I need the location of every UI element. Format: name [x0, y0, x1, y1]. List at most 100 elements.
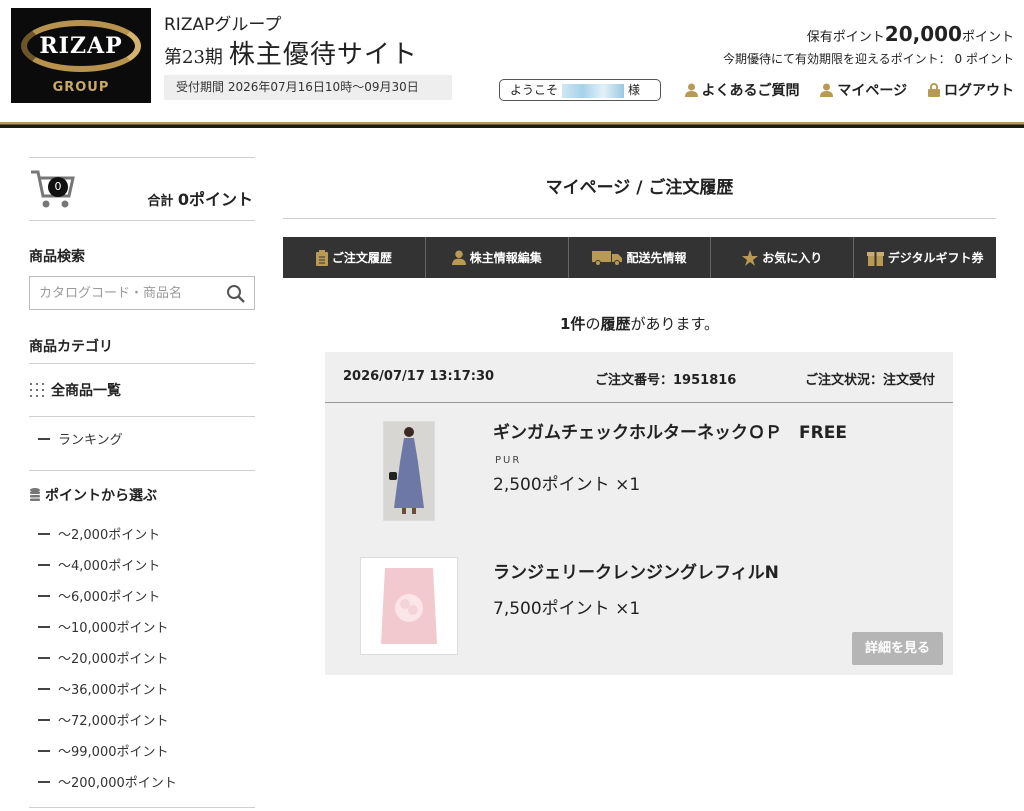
item-name[interactable]: ギンガムチェックホルターネックＯＰ FREE	[493, 418, 847, 443]
dash-icon	[38, 718, 50, 721]
history-count: 1件の履歴があります。	[283, 313, 996, 334]
all-items-label: 全商品一覧	[51, 383, 121, 399]
divider	[29, 807, 255, 808]
point-range-label: ～200,000ポイント	[58, 776, 177, 791]
point-range-item[interactable]: ～36,000ポイント	[29, 673, 255, 704]
dash-icon	[38, 594, 50, 597]
cart-total-value: 0ポイント	[177, 190, 253, 209]
site-header: RIZAP GROUP RIZAPグループ 第23期 株主優待サイト 受付期間 2…	[0, 0, 1024, 122]
item-price: 7,500ポイント ×1	[493, 599, 641, 619]
truck-icon	[592, 250, 623, 266]
mypage-tabs: ご注文履歴 株主情報編集 配送先情報 お気に入り デジタルギフト券	[283, 237, 996, 278]
point-range-item[interactable]: ～6,000ポイント	[29, 580, 255, 611]
point-range-label: ～4,000ポイント	[58, 559, 161, 574]
header-divider	[0, 122, 1024, 128]
points-label: 保有ポイント	[806, 30, 885, 45]
points-heading-label: ポイントから選ぶ	[45, 487, 157, 504]
lock-icon	[928, 83, 940, 97]
dash-icon	[38, 563, 50, 566]
owned-points: 保有ポイント20,000ポイント	[807, 22, 1014, 46]
point-range-item[interactable]: ～99,000ポイント	[29, 735, 255, 766]
faq-link[interactable]: よくあるご質問	[684, 80, 800, 100]
main-content: マイページ / ご注文履歴 ご注文履歴 株主情報編集 配送先情報 お気に入り デ…	[283, 157, 996, 675]
history-count-suffix: があります。	[630, 315, 719, 333]
tab-favorites[interactable]: お気に入り	[711, 237, 855, 278]
mypage-link[interactable]: マイページ	[820, 80, 907, 100]
point-range-label: ～20,000ポイント	[58, 652, 169, 667]
search-input[interactable]	[30, 277, 220, 309]
logout-link[interactable]: ログアウト	[928, 80, 1014, 100]
coins-icon	[30, 487, 40, 501]
tab-label: ご注文履歴	[331, 251, 392, 265]
expiring-label: 今期優待にて有効期限を迎えるポイント：	[723, 52, 951, 66]
expiring-value: 0	[954, 52, 963, 66]
point-range-item[interactable]: ～20,000ポイント	[29, 642, 255, 673]
point-range-label: ～72,000ポイント	[58, 714, 169, 729]
search-heading: 商品検索	[29, 249, 85, 265]
site-title: 第23期 株主優待サイト	[164, 34, 418, 71]
order-number-label: ご注文番号：	[595, 373, 674, 388]
order-header: 2026/07/17 13:17:30 ご注文番号：1951816 ご注文状況：…	[325, 352, 953, 403]
history-count-number: 1件	[560, 315, 586, 333]
ranking-link[interactable]: ランキング	[29, 417, 255, 460]
item-brand: PUR	[495, 455, 522, 466]
group-name: RIZAPグループ	[164, 15, 282, 35]
user-icon	[451, 250, 466, 265]
tab-order-history[interactable]: ご注文履歴	[283, 237, 426, 278]
cart-summary[interactable]: 0 合計 0ポイント	[29, 158, 255, 220]
points-heading: ポイントから選ぶ	[29, 471, 255, 518]
logout-label: ログアウト	[944, 83, 1014, 99]
point-range-label: ～6,000ポイント	[58, 590, 161, 605]
cart-total-label: 合計	[147, 194, 174, 209]
logo-text: RIZAP	[39, 33, 123, 59]
point-range-list: ～2,000ポイント ～4,000ポイント ～6,000ポイント ～10,000…	[29, 518, 255, 797]
tab-label: デジタルギフト券	[887, 251, 984, 265]
divider	[29, 220, 255, 221]
dash-icon	[38, 532, 50, 535]
expiring-points: 今期優待にて有効期限を迎えるポイント： 0 ポイント	[723, 50, 1014, 67]
star-icon	[742, 249, 759, 266]
point-range-item[interactable]: ～200,000ポイント	[29, 766, 255, 797]
search-box	[29, 276, 255, 310]
page-title: マイページ / ご注文履歴	[283, 157, 996, 219]
product-image-dress[interactable]	[383, 421, 435, 521]
history-count-word: 履歴	[600, 315, 631, 333]
order-date: 2026/07/17 13:17:30	[343, 369, 495, 384]
reception-label: 受付期間	[176, 80, 225, 94]
grid-icon	[30, 383, 44, 397]
rizap-logo[interactable]: RIZAP GROUP	[11, 8, 151, 103]
reception-value: 2026年07月16日10時～09月30日	[227, 80, 419, 94]
view-details-button[interactable]: 詳細を見る	[852, 632, 943, 665]
site-period: 第23期	[164, 47, 223, 68]
user-name-blurred	[562, 83, 625, 98]
product-image-cleansing[interactable]	[360, 557, 458, 655]
all-items-link[interactable]: 全商品一覧	[29, 364, 255, 416]
tab-shareholder-info[interactable]: 株主情報編集	[426, 237, 569, 278]
point-range-label: ～99,000ポイント	[58, 745, 169, 760]
order-number: ご注文番号：1951816	[595, 369, 736, 388]
order-status: ご注文状況：注文受付	[805, 369, 935, 388]
tab-digital-gift[interactable]: デジタルギフト券	[854, 237, 996, 278]
tab-label: お気に入り	[762, 251, 823, 265]
user-icon	[684, 83, 698, 97]
header-links: よくあるご質問 マイページ ログアウト	[669, 80, 1014, 101]
faq-label: よくあるご質問	[701, 83, 800, 99]
welcome-prefix: ようこそ	[510, 83, 559, 97]
order-number-value: 1951816	[673, 373, 737, 388]
item-price: 2,500ポイント ×1	[493, 475, 641, 495]
tab-shipping-info[interactable]: 配送先情報	[569, 237, 712, 278]
point-range-item[interactable]: ～10,000ポイント	[29, 611, 255, 642]
tab-label: 株主情報編集	[469, 251, 542, 265]
search-icon[interactable]	[226, 284, 246, 304]
tab-label: 配送先情報	[626, 251, 687, 265]
order-status-label: ご注文状況：	[804, 373, 883, 388]
cart-count-badge: 0	[48, 177, 68, 197]
dash-icon	[38, 749, 50, 752]
point-range-label: ～36,000ポイント	[58, 683, 169, 698]
point-range-item[interactable]: ～4,000ポイント	[29, 549, 255, 580]
point-range-item[interactable]: ～2,000ポイント	[29, 518, 255, 549]
site-name: 株主優待サイト	[228, 40, 418, 70]
welcome-suffix: 様	[628, 83, 641, 97]
point-range-item[interactable]: ～72,000ポイント	[29, 704, 255, 735]
item-name[interactable]: ランジェリークレンジングレフィルN	[493, 558, 779, 583]
